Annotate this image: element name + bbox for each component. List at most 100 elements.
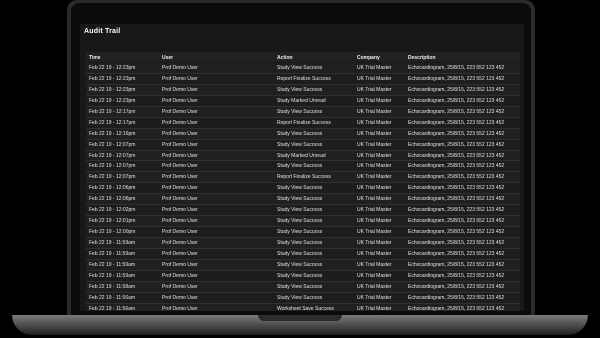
- cell-description: Echocardiogram, 25/8/15, 223 552 123 452: [408, 261, 505, 268]
- table-row[interactable]: Feb 22 19 - 12:17pm Prof Demo User Study V…: [86, 106, 520, 118]
- cell-action: Study View Success: [277, 229, 323, 236]
- table-row[interactable]: Feb 22 19 - 11:59am Prof Demo User Study V…: [86, 238, 520, 249]
- table-row[interactable]: Feb 22 19 - 12:07pm Prof Demo User Report …: [86, 172, 520, 184]
- table-row[interactable]: Feb 22 19 - 12:07pm Prof Demo User Study M…: [86, 150, 520, 162]
- cell-description: Echocardiogram, 25/8/15, 223 552 123 452: [408, 141, 505, 148]
- table-row[interactable]: Feb 22 19 - 12:23pm Prof Demo User Study M…: [86, 95, 520, 107]
- cell-company: UK Trial Master: [357, 261, 392, 268]
- table-row[interactable]: Feb 22 19 - 11:59am Prof Demo User Study V…: [86, 270, 520, 282]
- column-header-time[interactable]: Time: [89, 55, 101, 61]
- table-row[interactable]: Feb 22 19 - 12:23pm Prof Demo User Study V…: [86, 63, 520, 74]
- cell-company: UK Trial Master: [357, 86, 392, 93]
- table-row[interactable]: Feb 22 19 - 12:23pm Prof Demo User Study V…: [86, 84, 520, 96]
- cell-user: Prof Demo User: [162, 141, 198, 148]
- cell-company: UK Trial Master: [357, 174, 392, 181]
- cell-company: UK Trial Master: [357, 75, 392, 82]
- cell-company: UK Trial Master: [357, 229, 392, 236]
- table-row[interactable]: Feb 22 19 - 12:17pm Prof Demo User Report …: [86, 117, 520, 129]
- cell-user: Prof Demo User: [162, 272, 198, 279]
- cell-action: Worksheet Save Success: [277, 305, 334, 311]
- cell-description: Echocardiogram, 25/8/15, 223 552 123 452: [408, 218, 505, 225]
- cell-company: UK Trial Master: [357, 108, 392, 115]
- laptop-notch: [258, 315, 342, 321]
- cell-company: UK Trial Master: [357, 185, 392, 192]
- cell-description: Echocardiogram, 25/8/15, 223 552 123 452: [408, 185, 505, 192]
- page-title: Audit Trail: [84, 28, 121, 35]
- cell-description: Echocardiogram, 25/8/15, 223 552 123 452: [408, 305, 505, 311]
- cell-action: Report Finalize Success: [277, 75, 331, 82]
- cell-user: Prof Demo User: [162, 229, 198, 236]
- cell-user: Prof Demo User: [162, 207, 198, 214]
- table-row[interactable]: Feb 22 19 - 12:23pm Prof Demo User Report …: [86, 73, 520, 85]
- cell-time: Feb 22 19 - 12:17pm: [89, 108, 136, 115]
- cell-user: Prof Demo User: [162, 261, 198, 268]
- cell-company: UK Trial Master: [357, 196, 392, 203]
- table-row[interactable]: Feb 22 19 - 11:59am Prof Demo User Study V…: [86, 248, 520, 260]
- table-row[interactable]: Feb 22 19 - 11:56am Prof Demo User Workshe…: [86, 303, 520, 311]
- cell-time: Feb 22 19 - 12:01pm: [89, 218, 136, 225]
- cell-time: Feb 22 19 - 12:23pm: [89, 65, 136, 71]
- cell-description: Echocardiogram, 25/8/15, 223 552 123 452: [408, 119, 505, 126]
- cell-time: Feb 22 19 - 11:56am: [89, 305, 136, 311]
- cell-user: Prof Demo User: [162, 250, 198, 257]
- table-row[interactable]: Feb 22 19 - 12:07pm Prof Demo User Study V…: [86, 139, 520, 151]
- cell-action: Study View Success: [277, 207, 323, 214]
- table-row[interactable]: Feb 22 19 - 12:01pm Prof Demo User Study V…: [86, 216, 520, 228]
- table-row[interactable]: Feb 22 19 - 12:06pm Prof Demo User Study V…: [86, 183, 520, 195]
- cell-action: Report Finalize Success: [277, 119, 331, 126]
- cell-user: Prof Demo User: [162, 283, 198, 290]
- column-header-user[interactable]: User: [162, 55, 173, 61]
- cell-company: UK Trial Master: [357, 283, 392, 290]
- table-row[interactable]: Feb 22 19 - 12:02pm Prof Demo User Study V…: [86, 205, 520, 217]
- cell-time: Feb 22 19 - 12:17pm: [89, 119, 136, 126]
- table-row[interactable]: Feb 22 19 - 12:00pm Prof Demo User Study V…: [86, 227, 520, 238]
- cell-company: UK Trial Master: [357, 305, 392, 311]
- table-row[interactable]: Feb 22 19 - 12:06pm Prof Demo User Study V…: [86, 194, 520, 206]
- cell-action: Study Marked Unread: [277, 97, 326, 104]
- cell-action: Study View Success: [277, 283, 323, 290]
- table-row[interactable]: Feb 22 19 - 12:07pm Prof Demo User Study V…: [86, 161, 520, 173]
- cell-description: Echocardiogram, 25/8/15, 223 552 123 452: [408, 294, 505, 301]
- cell-company: UK Trial Master: [357, 141, 392, 148]
- cell-user: Prof Demo User: [162, 305, 198, 311]
- cell-user: Prof Demo User: [162, 86, 198, 93]
- cell-user: Prof Demo User: [162, 97, 198, 104]
- cell-action: Study View Success: [277, 261, 323, 268]
- cell-user: Prof Demo User: [162, 152, 198, 159]
- cell-action: Study View Success: [277, 86, 323, 93]
- cell-action: Study View Success: [277, 294, 323, 301]
- cell-action: Study View Success: [277, 130, 323, 137]
- cell-company: UK Trial Master: [357, 119, 392, 126]
- table-row[interactable]: Feb 22 19 - 11:56am Prof Demo User Study V…: [86, 292, 520, 304]
- cell-time: Feb 22 19 - 12:23pm: [89, 86, 136, 93]
- cell-time: Feb 22 19 - 11:59am: [89, 261, 136, 268]
- column-header-action[interactable]: Action: [277, 55, 293, 61]
- cell-company: UK Trial Master: [357, 218, 392, 225]
- cell-company: UK Trial Master: [357, 240, 392, 246]
- cell-company: UK Trial Master: [357, 272, 392, 279]
- cell-time: Feb 22 19 - 11:58am: [89, 283, 136, 290]
- cell-time: Feb 22 19 - 11:59am: [89, 240, 136, 246]
- cell-user: Prof Demo User: [162, 75, 198, 82]
- cell-time: Feb 22 19 - 11:59am: [89, 272, 136, 279]
- cell-description: Echocardiogram, 25/8/15, 223 552 123 452: [408, 108, 505, 115]
- cell-user: Prof Demo User: [162, 185, 198, 192]
- cell-user: Prof Demo User: [162, 174, 198, 181]
- cell-time: Feb 22 19 - 12:06pm: [89, 196, 136, 203]
- cell-time: Feb 22 19 - 12:23pm: [89, 97, 136, 104]
- cell-company: UK Trial Master: [357, 163, 392, 170]
- table-row[interactable]: Feb 22 19 - 11:59am Prof Demo User Study V…: [86, 259, 520, 271]
- cell-time: Feb 22 19 - 12:06pm: [89, 185, 136, 192]
- cell-action: Study View Success: [277, 65, 323, 71]
- cell-user: Prof Demo User: [162, 196, 198, 203]
- cell-description: Echocardiogram, 25/8/15, 223 552 123 452: [408, 65, 505, 71]
- column-header-company[interactable]: Company: [357, 55, 380, 61]
- cell-action: Study View Success: [277, 218, 323, 225]
- cell-user: Prof Demo User: [162, 130, 198, 137]
- table-row[interactable]: Feb 22 19 - 11:58am Prof Demo User Study V…: [86, 281, 520, 293]
- cell-company: UK Trial Master: [357, 207, 392, 214]
- table-row[interactable]: Feb 22 19 - 12:16pm Prof Demo User Study V…: [86, 128, 520, 140]
- column-header-description[interactable]: Description: [408, 55, 436, 61]
- cell-description: Echocardiogram, 25/8/15, 223 552 123 452: [408, 272, 505, 279]
- cell-time: Feb 22 19 - 12:07pm: [89, 174, 136, 181]
